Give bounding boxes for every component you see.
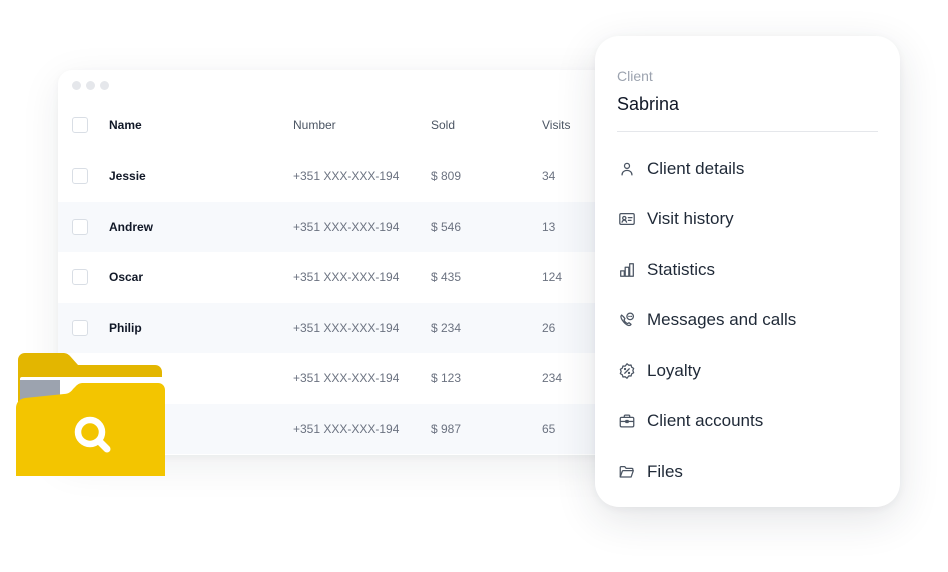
menu-label: Visit history [647, 209, 734, 228]
divider [617, 131, 878, 132]
sold-cell: $ 987 [431, 421, 462, 436]
table-row[interactable]: Andrew +351 XXX-XXX-194 $ 546 13 [58, 201, 658, 252]
sold-cell: $ 809 [431, 169, 462, 184]
visits-cell: 34 [542, 169, 556, 184]
briefcase-icon [617, 411, 637, 431]
select-all-checkbox[interactable] [72, 117, 88, 134]
visits-cell: 65 [542, 421, 556, 436]
menu-item-statistics[interactable]: Statistics [617, 255, 715, 285]
menu-item-client-accounts[interactable]: Client accounts [617, 406, 763, 436]
sold-cell: $ 546 [431, 219, 462, 234]
menu-label: Client details [647, 159, 745, 178]
sold-cell: $ 435 [431, 270, 462, 285]
client-name-cell: Oscar [109, 270, 144, 285]
client-name-cell: Andrew [109, 219, 154, 234]
phone-message-icon [617, 310, 637, 330]
menu-label: Messages and calls [647, 310, 797, 329]
menu-item-client-details[interactable]: Client details [617, 154, 744, 184]
visits-cell: 13 [542, 219, 556, 234]
row-checkbox[interactable] [72, 168, 88, 185]
window-controls [72, 81, 109, 90]
user-icon [617, 159, 637, 179]
client-name-cell: Philip [109, 320, 142, 335]
column-header-sold[interactable]: Sold [431, 100, 455, 151]
discount-badge-icon [617, 361, 637, 381]
sold-cell: $ 234 [431, 320, 462, 335]
phone-number-cell: +351 XXX-XXX-194 [293, 219, 400, 234]
client-name-cell: Jessie [109, 169, 146, 184]
visits-cell: 26 [542, 320, 556, 335]
window-dot[interactable] [86, 81, 95, 90]
menu-label: Client accounts [647, 411, 764, 430]
client-name: Sabrina [617, 94, 680, 114]
client-label: Client [617, 68, 653, 84]
menu-label: Loyalty [647, 361, 701, 380]
phone-number-cell: +351 XXX-XXX-194 [293, 320, 400, 335]
bar-chart-icon [617, 260, 637, 280]
column-header-visits[interactable]: Visits [542, 100, 570, 151]
window-dot[interactable] [72, 81, 81, 90]
menu-label: Files [647, 462, 683, 481]
table-row[interactable]: Jessie +351 XXX-XXX-194 $ 809 34 [58, 151, 658, 202]
menu-item-messages-and-calls[interactable]: Messages and calls [617, 305, 796, 335]
column-header-name[interactable]: Name [109, 100, 142, 151]
visits-cell: 124 [542, 270, 563, 285]
phone-number-cell: +351 XXX-XXX-194 [293, 371, 400, 386]
table-row[interactable]: Philip +351 XXX-XXX-194 $ 234 26 [58, 302, 658, 353]
phone-number-cell: +351 XXX-XXX-194 [293, 421, 400, 436]
window-dot[interactable] [100, 81, 109, 90]
menu-item-loyalty[interactable]: Loyalty [617, 356, 701, 386]
menu-item-visit-history[interactable]: Visit history [617, 204, 734, 234]
sold-cell: $ 123 [431, 371, 462, 386]
id-card-icon [617, 209, 637, 229]
row-checkbox[interactable] [72, 269, 88, 286]
visits-cell: 234 [542, 371, 563, 386]
column-header-number[interactable]: Number [293, 100, 336, 151]
table-header-row: Name Number Sold Visits [58, 100, 658, 151]
client-panel: Client Sabrina Client details Visit hist… [595, 36, 900, 507]
menu-item-files[interactable]: Files [617, 457, 683, 487]
table-row[interactable]: Oscar +351 XXX-XXX-194 $ 435 124 [58, 252, 658, 303]
folder-open-icon [617, 462, 637, 482]
menu-label: Statistics [647, 260, 716, 279]
row-checkbox[interactable] [72, 319, 88, 336]
row-checkbox[interactable] [72, 218, 88, 235]
phone-number-cell: +351 XXX-XXX-194 [293, 169, 400, 184]
phone-number-cell: +351 XXX-XXX-194 [293, 270, 400, 285]
folder-search-icon [16, 353, 165, 476]
